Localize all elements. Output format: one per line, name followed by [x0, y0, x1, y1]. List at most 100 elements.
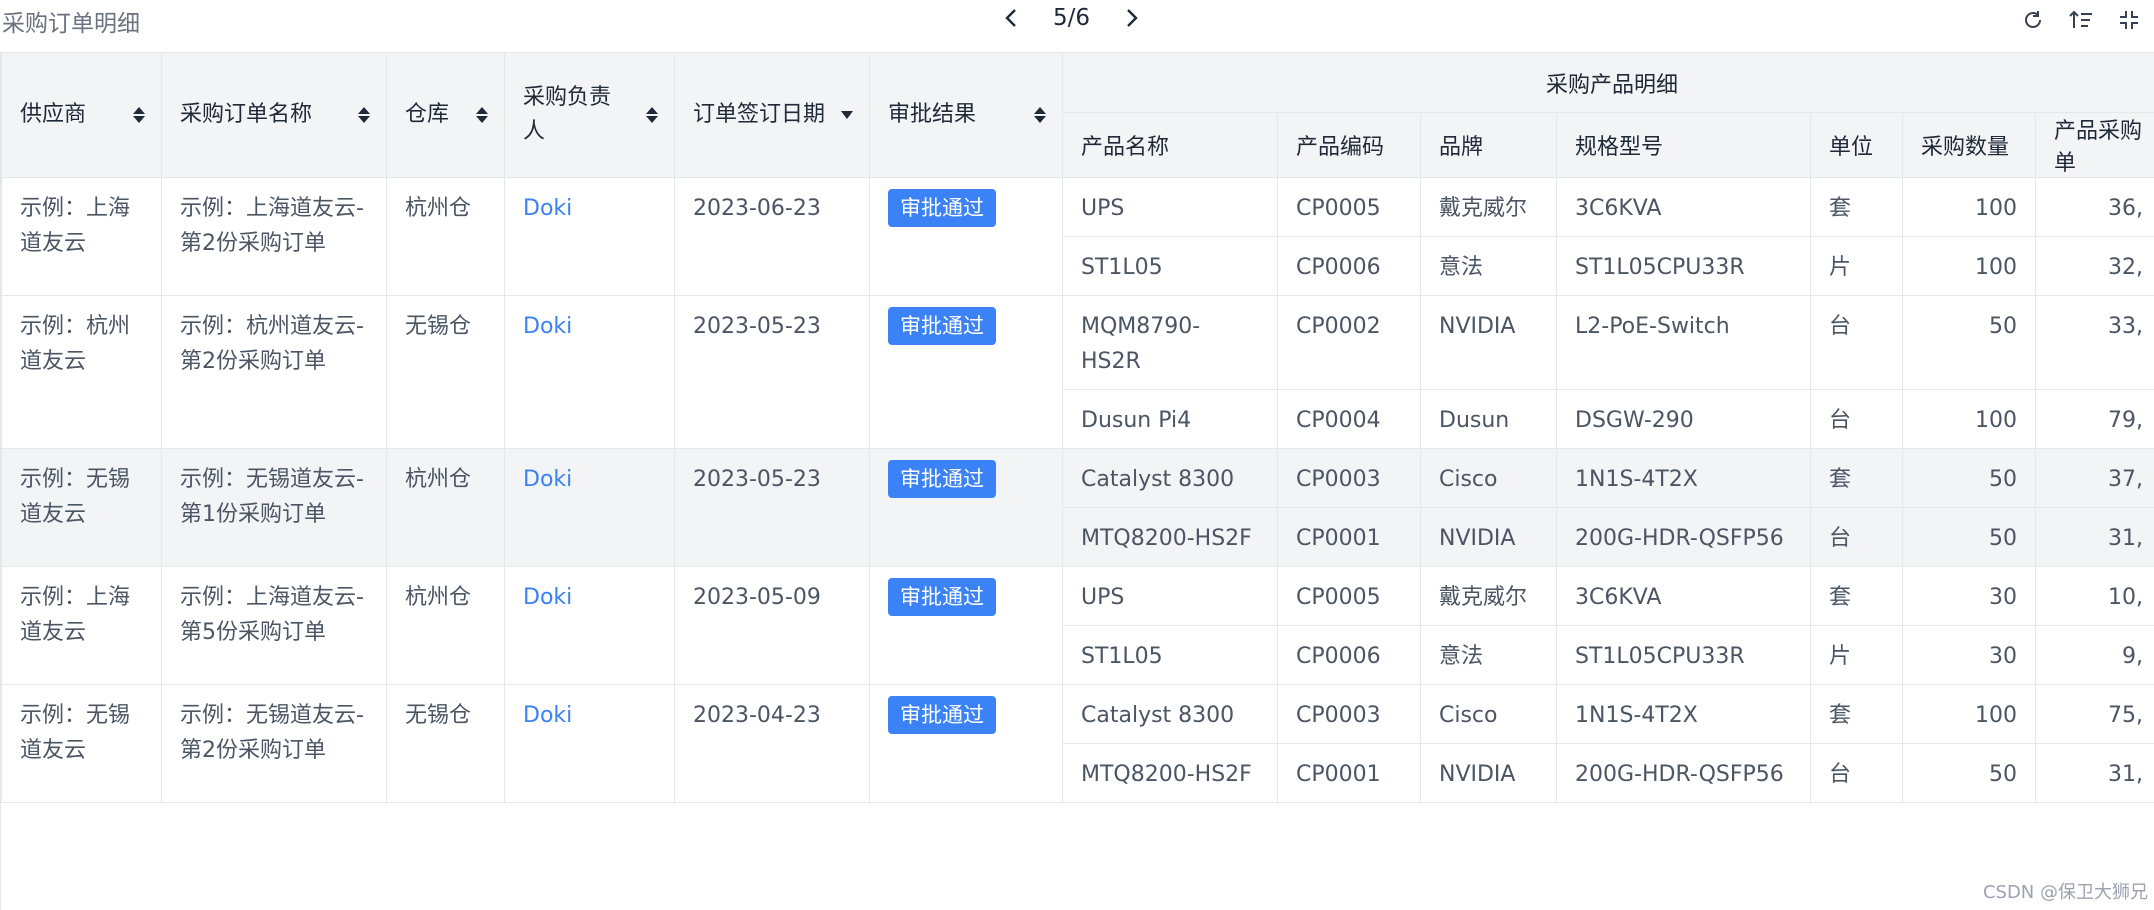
owner-link[interactable]: Doki [523, 703, 572, 728]
cell-product-code: CP0005 [1277, 566, 1421, 626]
collapse-button[interactable] [2114, 6, 2144, 34]
col-header-price: 产品采购单 [2034, 112, 2154, 178]
status-badge: 审批通过 [888, 696, 996, 734]
refresh-button[interactable] [2018, 6, 2048, 34]
col-header-approval[interactable]: 审批结果 [869, 52, 1063, 178]
cell-sign-date: 2023-05-09 [674, 566, 870, 685]
col-header-sign-date[interactable]: 订单签订日期 [674, 52, 870, 178]
col-header-unit: 单位 [1810, 112, 1903, 178]
cell-brand: Cisco [1420, 684, 1557, 744]
cell-supplier: 示例：无锡道友云 [1, 684, 162, 803]
cell-order-name: 示例：上海道友云-第2份采购订单 [161, 177, 387, 296]
cell-approval: 审批通过 [869, 295, 1063, 449]
sort-order-icon [2069, 10, 2092, 28]
cell-product-name: Dusun Pi4 [1062, 389, 1278, 449]
cell-qty: 100 [1902, 389, 2036, 449]
chevron-left-icon [1005, 9, 1016, 27]
status-badge: 审批通过 [888, 460, 996, 498]
cell-approval: 审批通过 [869, 448, 1063, 567]
cell-unit: 台 [1810, 295, 1903, 390]
cell-brand: NVIDIA [1420, 295, 1557, 390]
cell-brand: Cisco [1420, 448, 1557, 508]
cell-brand: 戴克威尔 [1420, 177, 1557, 237]
toolbar-actions [2018, 6, 2144, 34]
cell-approval: 审批通过 [869, 566, 1063, 685]
table-row[interactable]: 示例：杭州道友云 示例：杭州道友云-第2份采购订单 无锡仓 Doki 2023-05-2… [1, 295, 2154, 449]
cell-approval: 审批通过 [869, 684, 1063, 803]
cell-product-name: MQM8790-HS2R [1062, 295, 1278, 390]
cell-price: 36, [2034, 177, 2154, 237]
cell-spec: 1N1S-4T2X [1556, 684, 1811, 744]
sort-icon[interactable] [358, 107, 370, 123]
cell-supplier: 示例：上海道友云 [1, 566, 162, 685]
table-row[interactable]: 示例：上海道友云 示例：上海道友云-第5份采购订单 杭州仓 Doki 2023-05-0… [1, 566, 2154, 685]
owner-link[interactable]: Doki [523, 585, 572, 610]
cell-product-code: CP0003 [1277, 684, 1421, 744]
cell-spec: DSGW-290 [1556, 389, 1811, 449]
table-row[interactable]: 示例：无锡道友云 示例：无锡道友云-第2份采购订单 无锡仓 Doki 2023-04-2… [1, 684, 2154, 803]
cell-spec: 1N1S-4T2X [1556, 448, 1811, 508]
cell-qty: 50 [1902, 743, 2036, 803]
col-header-owner[interactable]: 采购负责人 [504, 52, 675, 178]
cell-supplier: 示例：无锡道友云 [1, 448, 162, 567]
cell-warehouse: 杭州仓 [386, 566, 505, 685]
cell-product-code: CP0004 [1277, 389, 1421, 449]
col-header-order-name[interactable]: 采购订单名称 [161, 52, 387, 178]
page-title: 采购订单明细 [2, 11, 140, 37]
cell-price: 31, [2034, 743, 2154, 803]
cell-unit: 台 [1810, 743, 1903, 803]
cell-product-code: CP0001 [1277, 507, 1421, 567]
owner-link[interactable]: Doki [523, 196, 572, 221]
cell-price: 9, [2034, 625, 2154, 685]
cell-unit: 套 [1810, 684, 1903, 744]
cell-product-code: CP0006 [1277, 625, 1421, 685]
cell-brand: 戴克威尔 [1420, 566, 1557, 626]
sort-icon[interactable] [133, 107, 145, 123]
cell-unit: 套 [1810, 566, 1903, 626]
cell-spec: 3C6KVA [1556, 177, 1811, 237]
owner-link[interactable]: Doki [523, 314, 572, 339]
cell-owner: Doki [504, 684, 675, 803]
cell-sign-date: 2023-06-23 [674, 177, 870, 296]
cell-product-name: Catalyst 8300 [1062, 448, 1278, 508]
col-header-supplier[interactable]: 供应商 [1, 52, 162, 178]
cell-qty: 50 [1902, 507, 2036, 567]
sort-desc-icon[interactable] [841, 111, 853, 119]
chevron-right-icon [1127, 9, 1138, 27]
cell-sign-date: 2023-05-23 [674, 448, 870, 567]
table-body: 示例：上海道友云 示例：上海道友云-第2份采购订单 杭州仓 Doki 2023-06-2… [1, 177, 2154, 803]
status-badge: 审批通过 [888, 189, 996, 227]
cell-product-name: ST1L05 [1062, 625, 1278, 685]
col-header-brand: 品牌 [1420, 112, 1557, 178]
cell-spec: ST1L05CPU33R [1556, 236, 1811, 296]
cell-sign-date: 2023-05-23 [674, 295, 870, 449]
col-header-qty: 采购数量 [1902, 112, 2036, 178]
cell-product-name: Catalyst 8300 [1062, 684, 1278, 744]
cell-price: 75, [2034, 684, 2154, 744]
sort-icon[interactable] [1034, 107, 1046, 123]
sort-icon[interactable] [646, 107, 658, 123]
watermark: CSDN @保卫大狮兄 [1982, 882, 2148, 903]
next-page-button[interactable] [1118, 2, 1146, 34]
cell-supplier: 示例：上海道友云 [1, 177, 162, 296]
owner-link[interactable]: Doki [523, 467, 572, 492]
sort-order-button[interactable] [2066, 6, 2096, 34]
col-header-product-code: 产品编码 [1277, 112, 1421, 178]
toolbar: 采购订单明细 5/6 [0, 0, 2154, 40]
cell-spec: 3C6KVA [1556, 566, 1811, 626]
col-header-warehouse[interactable]: 仓库 [386, 52, 505, 178]
cell-brand: NVIDIA [1420, 507, 1557, 567]
col-header-spec: 规格型号 [1556, 112, 1811, 178]
cell-brand: Dusun [1420, 389, 1557, 449]
cell-unit: 台 [1810, 389, 1903, 449]
table-row[interactable]: 示例：无锡道友云 示例：无锡道友云-第1份采购订单 杭州仓 Doki 2023-05-2… [1, 448, 2154, 567]
cell-owner: Doki [504, 448, 675, 567]
cell-owner: Doki [504, 295, 675, 449]
cell-product-name: UPS [1062, 177, 1278, 237]
refresh-icon [2025, 11, 2041, 28]
sort-icon[interactable] [476, 107, 488, 123]
prev-page-button[interactable] [997, 2, 1025, 34]
cell-price: 37, [2034, 448, 2154, 508]
table-row[interactable]: 示例：上海道友云 示例：上海道友云-第2份采购订单 杭州仓 Doki 2023-06-2… [1, 177, 2154, 296]
cell-qty: 100 [1902, 236, 2036, 296]
